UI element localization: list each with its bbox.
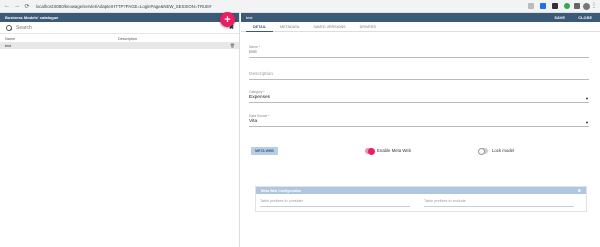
dropdown-arrow-icon: ▼ <box>585 120 589 125</box>
lock-model-label: Lock model <box>492 148 514 153</box>
description-input[interactable]: Description <box>249 71 589 80</box>
search-input[interactable] <box>16 24 216 31</box>
datasource-field[interactable]: Data Source * Vita ▼ <box>249 114 589 127</box>
search-bar: ✖ <box>0 22 239 34</box>
meta-web-config-card: Meta Web Configuration ✖ Table prefixes … <box>255 186 587 212</box>
enable-meta-web-toggle[interactable] <box>365 147 375 155</box>
search-icon <box>6 24 12 31</box>
enable-meta-web-label: Enable Meta Web <box>377 148 412 153</box>
forward-icon[interactable]: → <box>14 3 20 9</box>
config-header: Meta Web Configuration ✖ <box>256 187 586 194</box>
add-model-button[interactable]: + <box>220 12 235 27</box>
tab-detail[interactable]: DETAIL <box>246 22 274 32</box>
profile-avatar-icon[interactable] <box>583 2 590 10</box>
browser-toolbar: ← → ⟳ localhost:8080/knowage/servlet/Ada… <box>0 0 600 13</box>
exclude-prefixes-input[interactable]: Table prefixes to exclude <box>424 199 574 207</box>
toggle-knob <box>478 147 485 155</box>
detail-title: test <box>246 15 253 20</box>
category-value: Expenses <box>249 95 271 100</box>
lock-model-toggle[interactable] <box>478 147 488 155</box>
datasource-select[interactable]: Vita ▼ <box>249 118 589 127</box>
tab-bar: DETAIL METADATA SAVED VERSIONS DRIVERS <box>241 22 600 32</box>
name-input[interactable]: test <box>249 49 589 58</box>
bookmark-icon[interactable] <box>528 3 534 9</box>
reload-icon[interactable]: ⟳ <box>24 3 30 10</box>
extension-icon[interactable] <box>574 3 580 9</box>
category-select[interactable]: Expenses ▼ <box>249 94 589 103</box>
delete-icon[interactable]: 🗑 <box>230 43 235 48</box>
close-icon[interactable]: ✖ <box>578 188 581 193</box>
extension-icon[interactable] <box>540 3 546 9</box>
datasource-value: Vita <box>249 119 258 124</box>
dropdown-arrow-icon: ▼ <box>585 96 589 101</box>
tab-drivers[interactable]: DRIVERS <box>353 22 383 32</box>
table-row[interactable]: test 🗑 <box>0 42 239 49</box>
detail-header: test SAVE CLOSE <box>241 13 600 22</box>
category-field[interactable]: Category * Expenses ▼ <box>249 90 589 103</box>
back-icon[interactable]: ← <box>4 3 10 9</box>
save-button[interactable]: SAVE <box>554 15 565 20</box>
detail-panel: test SAVE CLOSE DETAIL METADATA SAVED VE… <box>241 13 600 247</box>
toggle-knob <box>368 147 375 155</box>
description-field[interactable]: Description <box>249 71 589 80</box>
config-title: Meta Web Configuration <box>261 188 302 193</box>
catalogue-title: Business Models' catalogue <box>5 15 59 20</box>
include-prefixes-input[interactable]: Table prefixes to consider <box>260 199 410 207</box>
address-bar[interactable]: localhost:8080/knowage/servlet/AdapterHT… <box>36 4 396 9</box>
tab-metadata[interactable]: METADATA <box>273 22 306 32</box>
name-field[interactable]: Name * test <box>249 45 589 58</box>
tab-saved-versions[interactable]: SAVED VERSIONS <box>306 22 352 32</box>
catalogue-header: Business Models' catalogue <box>0 13 239 22</box>
close-button[interactable]: CLOSE <box>578 15 592 20</box>
extension-icon[interactable] <box>552 3 558 9</box>
row-name: test <box>5 43 12 48</box>
catalogue-panel: Business Models' catalogue ✖ Name Descri… <box>0 13 240 247</box>
table-header: Name Description <box>0 35 239 42</box>
column-name-header[interactable]: Name <box>5 37 118 41</box>
meta-web-button[interactable]: META WEB <box>251 147 278 155</box>
column-description-header[interactable]: Description <box>118 37 137 41</box>
browser-menu-icon[interactable]: ⋮ <box>591 2 597 9</box>
extension-icon[interactable] <box>564 3 570 9</box>
